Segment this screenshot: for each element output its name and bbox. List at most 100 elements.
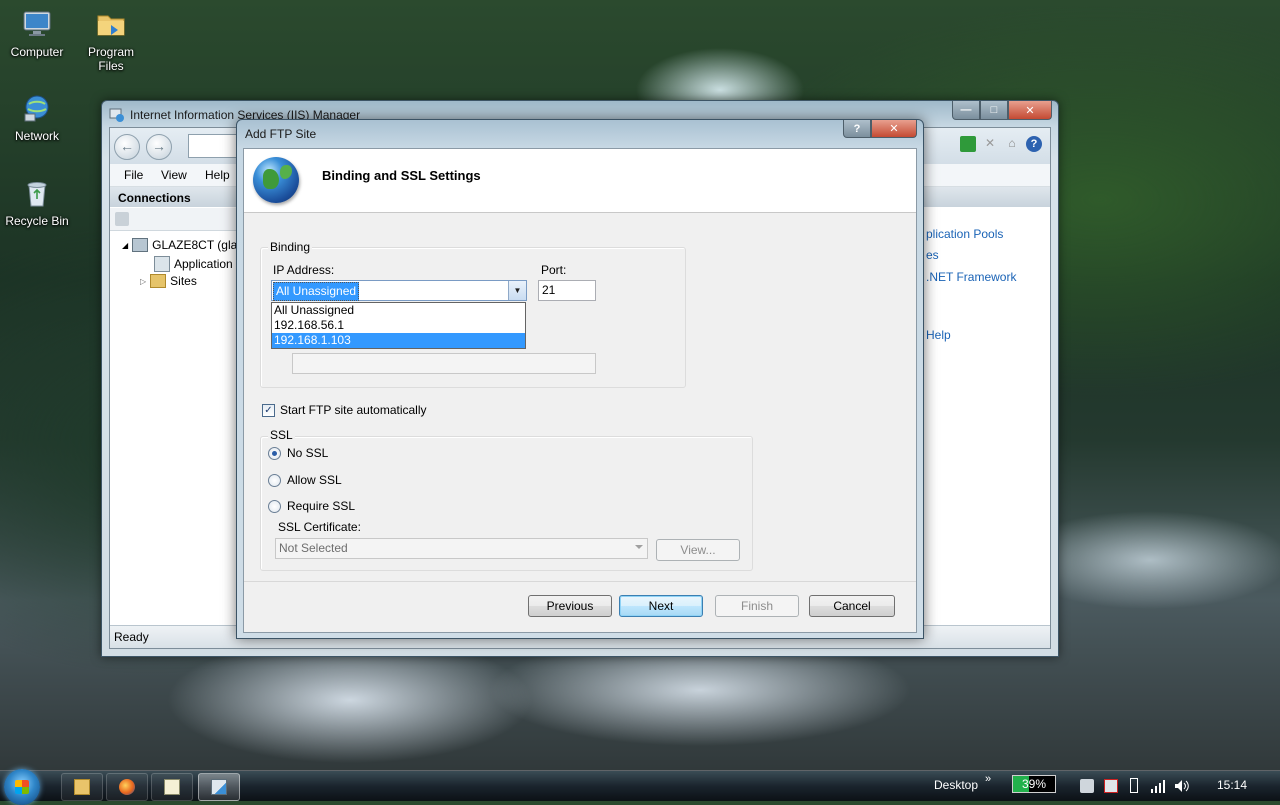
dialog-title: Add FTP Site — [245, 127, 317, 141]
app-pool-icon — [154, 256, 170, 272]
host-name-input[interactable] — [292, 353, 596, 374]
taskbar-iis-manager[interactable] — [198, 773, 240, 801]
refresh-icon[interactable] — [960, 136, 976, 152]
tree-app-pools-label: Application — [174, 257, 233, 271]
start-automatically-checkbox[interactable]: ✓ — [262, 404, 275, 417]
help-icon[interactable]: ? — [1026, 136, 1042, 152]
ip-address-label: IP Address: — [273, 263, 335, 277]
finish-button[interactable]: Finish — [715, 595, 799, 617]
connections-toolbar — [110, 208, 242, 231]
chevron-right-icon[interactable]: » — [985, 773, 991, 785]
chevron-down-icon — [635, 545, 643, 549]
computer-icon — [23, 11, 51, 36]
ip-option-192-168-1-103[interactable]: 192.168.1.103 — [272, 333, 525, 348]
connect-icon[interactable] — [115, 212, 129, 226]
allow-ssl-label: Allow SSL — [287, 473, 342, 487]
ssl-certificate-dropdown[interactable]: Not Selected — [275, 538, 648, 559]
require-ssl-label: Require SSL — [287, 499, 356, 513]
tree-sites[interactable]: ▷ Sites — [140, 274, 197, 288]
network-icon — [24, 95, 49, 122]
ssl-group-label: SSL — [268, 428, 295, 442]
menu-file[interactable]: File — [124, 168, 143, 182]
sites-folder-icon — [150, 274, 167, 288]
network-status-icon[interactable] — [1104, 779, 1118, 793]
firefox-icon — [119, 779, 135, 795]
actions-pane: plication Pools es .NET Framework Help — [918, 187, 1050, 626]
close-button[interactable]: ✕ — [1008, 101, 1052, 120]
page-title: Binding and SSL Settings — [322, 168, 481, 183]
tree-application-pools[interactable]: Application — [154, 256, 233, 272]
desktop-icon-label: Network — [14, 129, 59, 143]
recycle-bin-icon — [27, 182, 47, 207]
no-ssl-label: No SSL — [287, 446, 329, 460]
signal-icon[interactable] — [1150, 779, 1166, 793]
taskbar-notepad[interactable] — [151, 773, 193, 801]
desktop-icon-program-files[interactable]: Program Files — [74, 8, 148, 73]
forward-button[interactable]: → — [146, 134, 172, 160]
tree-sites-label: Sites — [170, 274, 197, 288]
cancel-button[interactable]: Cancel — [809, 595, 895, 617]
tree-server[interactable]: ◢ GLAZE8CT (glaz — [122, 238, 243, 252]
stop-icon[interactable]: ✕ — [982, 136, 998, 152]
notepad-icon — [164, 779, 180, 795]
server-icon — [132, 238, 149, 252]
tree-server-label: GLAZE8CT (glaz — [152, 238, 244, 252]
chevron-down-icon[interactable]: ▼ — [508, 281, 526, 300]
dialog-help-button[interactable]: ? — [843, 120, 871, 138]
dialog-body: Binding and SSL Settings Binding IP Addr… — [243, 148, 917, 633]
action-help[interactable]: Help — [926, 328, 951, 342]
collapse-icon[interactable]: ◢ — [122, 241, 128, 250]
taskbar: Desktop » 39% 15:14 — [0, 769, 1280, 805]
desktop-icon-recycle-bin[interactable]: Recycle Bin — [0, 177, 74, 228]
desktop-icon-label: Recycle Bin — [5, 214, 69, 228]
require-ssl-radio[interactable] — [268, 500, 281, 513]
dialog-close-button[interactable]: ✕ — [871, 120, 917, 138]
dialog-header: Binding and SSL Settings — [244, 149, 916, 213]
volume-icon[interactable] — [1174, 779, 1190, 793]
ip-option-all-unassigned[interactable]: All Unassigned — [272, 303, 525, 318]
clock[interactable]: 15:14 — [1217, 778, 1247, 792]
ip-address-dropdown[interactable]: All Unassigned ▼ — [271, 280, 527, 301]
add-ftp-site-dialog: Add FTP Site ? ✕ Binding and SSL Setting… — [236, 119, 924, 639]
actions-header — [918, 187, 1050, 207]
allow-ssl-radio[interactable] — [268, 474, 281, 487]
menu-help[interactable]: Help — [205, 168, 230, 182]
port-label: Port: — [541, 263, 567, 277]
desktop-icon-computer[interactable]: Computer — [0, 8, 74, 59]
ip-address-dropdown-list: All Unassigned 192.168.56.1 192.168.1.10… — [271, 302, 526, 349]
battery-meter[interactable]: 39% — [1012, 775, 1056, 793]
connections-header: Connections — [110, 187, 242, 207]
previous-button[interactable]: Previous — [528, 595, 612, 617]
menu-view[interactable]: View — [161, 168, 187, 182]
back-button[interactable]: ← — [114, 134, 140, 160]
ssl-certificate-label: SSL Certificate: — [278, 520, 361, 534]
ip-option-192-168-56-1[interactable]: 192.168.56.1 — [272, 318, 525, 333]
home-icon[interactable]: ⌂ — [1004, 136, 1020, 152]
view-certificate-button[interactable]: View... — [656, 539, 740, 561]
action-center-icon[interactable] — [1080, 779, 1094, 793]
taskbar-explorer[interactable] — [61, 773, 103, 801]
ip-address-selected: All Unassigned — [273, 282, 360, 301]
next-button[interactable]: Next — [619, 595, 703, 617]
battery-icon[interactable] — [1130, 778, 1138, 793]
start-automatically-label: Start FTP site automatically — [280, 403, 427, 417]
address-input[interactable] — [188, 134, 240, 158]
desktop-icon-label: Program Files — [87, 45, 134, 73]
battery-percent: 39% — [1021, 777, 1047, 791]
action-net-framework[interactable]: .NET Framework — [926, 270, 1016, 284]
status-text: Ready — [114, 630, 149, 644]
minimize-button[interactable]: — — [952, 101, 980, 120]
action-application-pools[interactable]: plication Pools — [926, 227, 1003, 241]
globe-icon — [253, 157, 299, 203]
binding-group-label: Binding — [268, 240, 313, 254]
footer-divider — [244, 581, 916, 582]
port-input[interactable]: 21 — [538, 280, 596, 301]
desktop-icon-network[interactable]: Network — [0, 92, 74, 143]
iis-app-icon — [109, 108, 124, 122]
maximize-button[interactable]: □ — [980, 101, 1008, 120]
taskbar-firefox[interactable] — [106, 773, 148, 801]
no-ssl-radio[interactable] — [268, 447, 281, 460]
action-sites[interactable]: es — [926, 248, 939, 262]
desktop-toolbar-label[interactable]: Desktop — [934, 778, 978, 792]
expand-icon[interactable]: ▷ — [140, 277, 146, 286]
